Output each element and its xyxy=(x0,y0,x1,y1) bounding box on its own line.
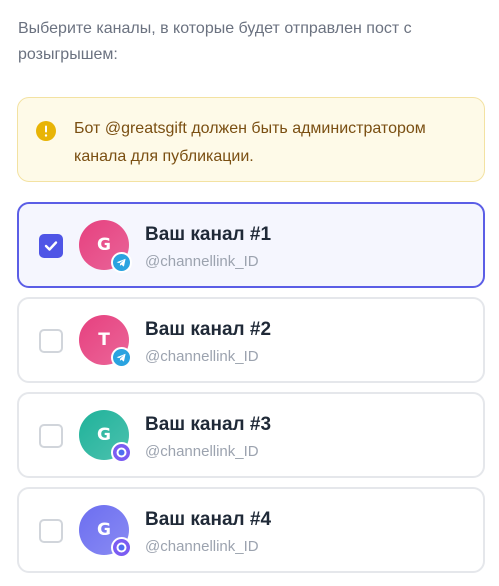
channel-checkbox[interactable] xyxy=(39,519,63,543)
channel-handle: @channellink_ID xyxy=(145,538,259,555)
admin-warning-alert: Бот @greatsgift должен быть администрато… xyxy=(17,97,485,182)
channel-name: Ваш канал #1 xyxy=(145,224,272,245)
channel-option[interactable]: G Ваш канал #4 @channellink_ID xyxy=(17,487,485,573)
alert-text: Бот @greatsgift должен быть администрато… xyxy=(74,120,426,165)
channel-handle: @channellink_ID xyxy=(145,253,259,270)
channel-handle: @channellink_ID xyxy=(145,443,259,460)
telegram-icon xyxy=(111,347,132,368)
info-icon xyxy=(36,121,56,141)
checkmark-icon xyxy=(44,241,58,251)
channel-option[interactable]: T Ваш канал #2 @channellink_ID xyxy=(17,297,485,383)
channel-handle: @channellink_ID xyxy=(145,348,259,365)
channel-option[interactable]: G Ваш канал #3 @channellink_ID xyxy=(17,392,485,478)
channel-list: G Ваш канал #1 @channellink_ID T Ваш кан… xyxy=(17,202,485,582)
channel-selection-page: Выберите каналы, в которые будет отправл… xyxy=(0,0,499,586)
channel-name: Ваш канал #3 xyxy=(145,414,272,435)
platform-circle-icon xyxy=(111,442,132,463)
intro-text: Выберите каналы, в которые будет отправл… xyxy=(18,20,412,63)
channel-option[interactable]: G Ваш канал #1 @channellink_ID xyxy=(17,202,485,288)
channel-checkbox[interactable] xyxy=(39,329,63,353)
channel-name: Ваш канал #4 xyxy=(145,509,272,530)
channel-name: Ваш канал #2 xyxy=(145,319,272,340)
platform-circle-icon xyxy=(111,537,132,558)
telegram-icon xyxy=(111,252,132,273)
channel-checkbox[interactable] xyxy=(39,234,63,258)
channel-checkbox[interactable] xyxy=(39,424,63,448)
